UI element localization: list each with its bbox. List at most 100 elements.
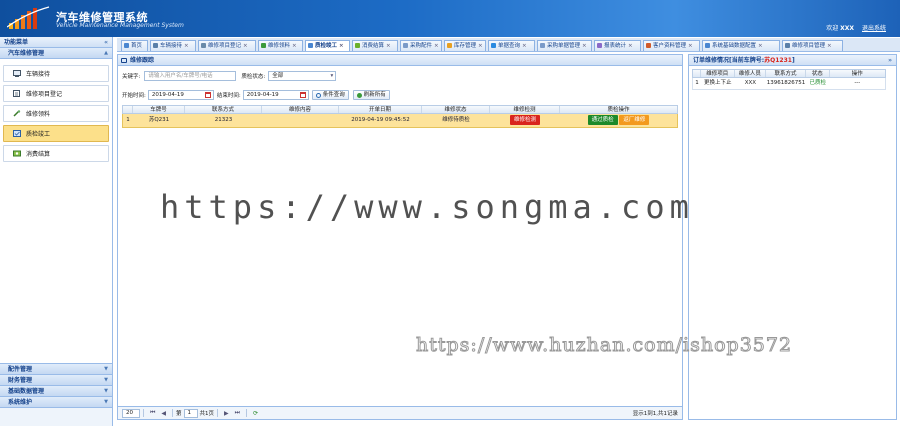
close-icon[interactable]: ×	[478, 43, 483, 49]
close-icon[interactable]: ×	[434, 43, 439, 49]
group-head-repair[interactable]: 汽车维修管理 ▲	[0, 48, 112, 59]
tab-repair-items[interactable]: 维修项目管理 ×	[782, 40, 843, 51]
tab-inventory[interactable]: 库存管理 ×	[444, 40, 486, 51]
close-icon[interactable]: ×	[522, 43, 527, 49]
sidebar-item-settlement[interactable]: 消费结算	[3, 145, 109, 162]
tab-customer[interactable]: 客户资料管理 ×	[643, 40, 700, 51]
refresh-icon	[356, 92, 362, 98]
tab-quality[interactable]: 质检竣工 ×	[305, 40, 350, 51]
col-content[interactable]: 维修内容	[262, 106, 339, 113]
sidebar-item-material[interactable]: 维修领料	[3, 105, 109, 122]
panel-title: 维修跟踪	[130, 57, 155, 64]
group-head-basedata[interactable]: 基础数据管理 ▼	[0, 386, 112, 397]
tab-label: 消费结算	[362, 43, 385, 49]
table-row[interactable]: 1 更换上下止 XXX 13961826751 已质检 ---	[692, 78, 886, 90]
expand-icon[interactable]: »	[888, 55, 892, 66]
row-index: 1	[126, 117, 130, 123]
tab-reception[interactable]: 车辆接待 ×	[150, 40, 196, 51]
table-row[interactable]: 1 苏Q231 21323 2019-04-19 09:45:52 维修待质检 …	[122, 114, 678, 128]
sidebar-item-quality[interactable]: 质检竣工	[3, 125, 109, 142]
collapse-icon[interactable]: «	[104, 37, 108, 48]
sidebar-item-register[interactable]: 维修项目登记	[3, 85, 109, 102]
tab-label: 单据查询	[498, 43, 521, 49]
tab-icon	[447, 43, 452, 48]
page-number-input[interactable]: 1	[183, 408, 198, 418]
group-head-parts[interactable]: 配件管理 ▼	[0, 364, 112, 375]
col-plate[interactable]: 车牌号	[133, 106, 185, 113]
first-page-icon[interactable]: ⏮	[150, 409, 155, 417]
calendar-icon[interactable]	[204, 92, 211, 98]
rcol-index	[693, 70, 701, 77]
refresh-button[interactable]: 刷新所有	[352, 90, 390, 100]
cell-date: 2019-04-19 09:45:52	[351, 117, 410, 123]
col-date[interactable]: 开单日期	[339, 106, 422, 113]
app-subtitle: Vehicle Maintenance Management System	[56, 22, 184, 29]
reload-icon[interactable]: ⟳	[253, 410, 258, 417]
tab-report[interactable]: 报表统计 ×	[594, 40, 641, 51]
repair-check-button[interactable]: 维修检测	[509, 114, 540, 125]
keyword-input[interactable]: 请输入用户名/车牌号/电话	[144, 71, 237, 81]
close-icon[interactable]: ×	[827, 43, 832, 49]
close-icon[interactable]: ×	[339, 43, 344, 49]
tab-label: 客户资料管理	[653, 43, 687, 49]
tab-sysconfig[interactable]: 系统基础数据配置 ×	[702, 40, 780, 51]
close-icon[interactable]: ×	[582, 43, 587, 49]
watermark-text: https://www.songma.com	[160, 188, 694, 226]
tab-settlement[interactable]: 消费结算 ×	[352, 40, 398, 51]
settlement-icon	[13, 150, 21, 157]
last-page-icon[interactable]: ⏭	[235, 409, 240, 417]
tab-query[interactable]: 单据查询 ×	[488, 40, 535, 51]
rcell-status: 已质检	[809, 80, 826, 86]
rcol-item: 维修项目	[701, 70, 735, 77]
sidebar-item-reception[interactable]: 车辆接待	[3, 65, 109, 82]
group-head-system[interactable]: 系统维护 ▼	[0, 397, 112, 408]
right-title-suffix: ]	[791, 57, 795, 64]
tab-bar: 首页 车辆接待 × 维修项目登记 × 维修领料 × 质检竣工 × 消费结算 × 采购配件 ×…	[117, 38, 900, 52]
col-contact[interactable]: 联系方式	[185, 106, 262, 113]
close-icon[interactable]: ×	[292, 43, 297, 49]
sidebar-menu: 车辆接待 维修项目登记 维修领料 质检竣工 消费结算	[0, 59, 112, 364]
page-size-select[interactable]: 20	[122, 408, 140, 418]
group-title: 汽车维修管理	[8, 50, 45, 57]
close-icon[interactable]: ×	[688, 43, 693, 49]
tab-label: 维修领料	[268, 43, 291, 49]
tab-material[interactable]: 维修领料 ×	[258, 40, 303, 51]
tab-icon	[153, 43, 158, 48]
col-check[interactable]: 维修检测	[490, 106, 560, 113]
group-head-finance[interactable]: 财务管理 ▼	[0, 375, 112, 386]
pagination-bar: 20 ⏮ ◀ 第 1 共1页 ▶ ⏭ ⟳ 显示1到1,共1记录	[118, 406, 682, 419]
tab-home[interactable]: 首页	[121, 40, 148, 51]
material-pick-icon	[13, 110, 21, 117]
filter-row-2: 开始时间: 2019-04-19 结束时间: 2019-04-19 条件查询 刷…	[122, 90, 390, 100]
next-page-icon[interactable]: ▶	[224, 410, 229, 417]
group-title: 基础数据管理	[8, 388, 45, 395]
tab-label: 报表统计	[604, 43, 627, 49]
prev-page-icon[interactable]: ◀	[161, 410, 166, 417]
tab-icon	[705, 43, 710, 48]
tab-register[interactable]: 维修项目登记 ×	[198, 40, 256, 51]
return-repair-button[interactable]: 返厂维修	[619, 114, 650, 125]
rcell-op: ---	[854, 80, 861, 86]
search-button[interactable]: 条件查询	[311, 90, 349, 100]
sidebar-item-label: 消费结算	[26, 151, 51, 158]
calendar-icon[interactable]	[299, 92, 306, 98]
tab-purchase[interactable]: 采购配件 ×	[400, 40, 442, 51]
close-icon[interactable]: ×	[758, 43, 763, 49]
cell-qc-op: 通过质检 返厂维修	[560, 114, 677, 127]
group-title: 配件管理	[8, 366, 33, 373]
close-icon[interactable]: ×	[628, 43, 633, 49]
close-icon[interactable]: ×	[386, 43, 391, 49]
tab-icon	[597, 43, 602, 48]
pass-qc-button[interactable]: 通过质检	[587, 114, 618, 125]
tab-purchase-docs[interactable]: 采购单据管理 ×	[537, 40, 592, 51]
col-qc-op[interactable]: 质检操作	[560, 106, 677, 113]
right-title: 订单维修情况[当前车牌号:	[693, 57, 765, 64]
close-icon[interactable]: ×	[243, 43, 248, 49]
logout-link[interactable]: 退出系统	[862, 25, 886, 32]
cell-content	[262, 114, 339, 127]
sidebar-header: 功能菜单 «	[0, 37, 112, 48]
close-icon[interactable]: ×	[184, 43, 189, 49]
qc-status-select[interactable]: 全部 ▾	[268, 71, 337, 81]
tab-label: 车辆接待	[160, 43, 183, 49]
col-status[interactable]: 维修状态	[422, 106, 490, 113]
